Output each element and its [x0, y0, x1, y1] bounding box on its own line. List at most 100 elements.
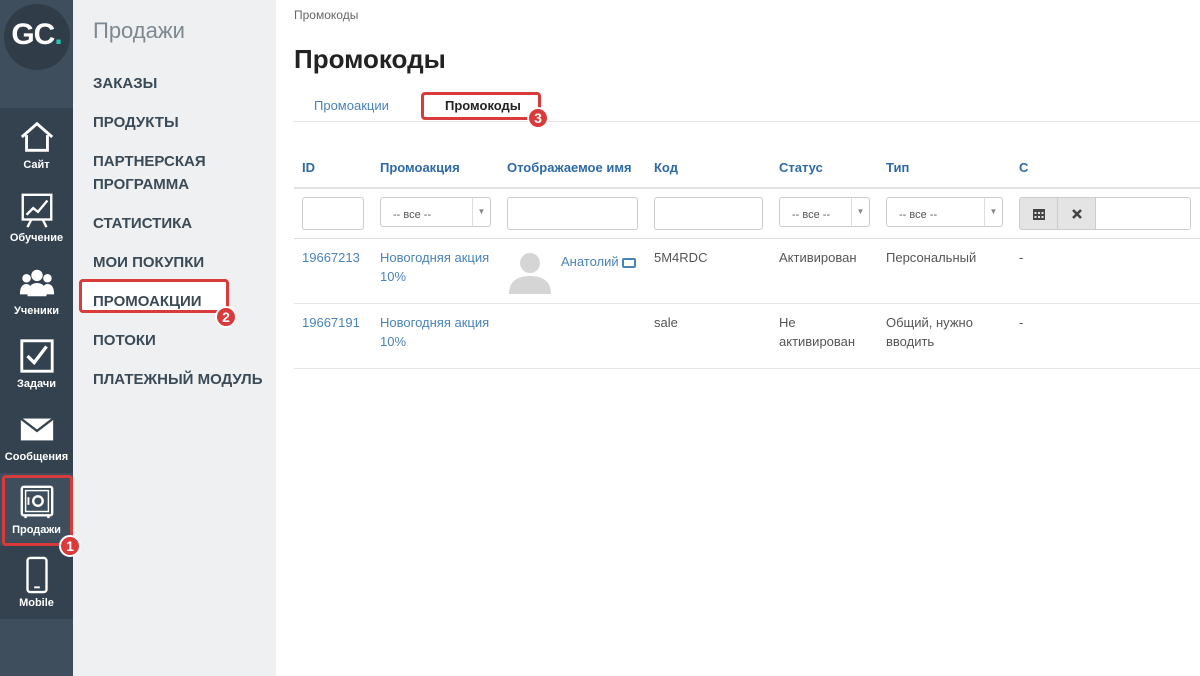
- col-header-display-name[interactable]: Отображаемое имя: [499, 152, 646, 189]
- submenu-item-label: СТАТИСТИКА: [93, 215, 193, 232]
- col-header-id[interactable]: ID: [294, 152, 372, 189]
- submenu-item-label: ПЛАТЕЖНЫЙ МОДУЛЬ: [93, 371, 263, 388]
- filter-date: [1019, 197, 1191, 230]
- logo-letters: GC: [11, 18, 55, 51]
- submenu-items: ЗАКАЗЫ ПРОДУКТЫ ПАРТНЕРСКАЯ ПРОГРАММА СТ…: [79, 72, 268, 407]
- filter-row: -- все -- ▼ -- все -- ▼ -- все -- ▼: [294, 188, 1200, 239]
- chart-board-icon: [21, 193, 52, 228]
- clear-date-button[interactable]: [1058, 198, 1096, 229]
- submenu-item-label: ПРОДУКТЫ: [93, 114, 179, 131]
- step-badge-1: 1: [59, 535, 81, 557]
- filter-cell: -- все -- ▼: [372, 188, 499, 239]
- submenu-item-payment[interactable]: ПЛАТЕЖНЫЙ МОДУЛЬ: [93, 368, 268, 407]
- user-name-link[interactable]: Анатолий: [561, 252, 636, 271]
- main-content: Промокоды Промокоды Промоакции Промокоды…: [276, 0, 1200, 676]
- nav-messages-label: Сообщения: [4, 451, 69, 463]
- filter-cell: [294, 188, 372, 239]
- cell-from: -: [1011, 303, 1200, 369]
- nav-sales-highlight: [2, 475, 73, 546]
- breadcrumb[interactable]: Промокоды: [294, 8, 358, 22]
- phone-icon: [25, 556, 48, 594]
- checkbox-icon: [19, 339, 54, 373]
- sales-submenu: Продажи ЗАКАЗЫ ПРОДУКТЫ ПАРТНЕРСКАЯ ПРОГ…: [73, 0, 276, 676]
- logo[interactable]: GC.: [0, 0, 73, 73]
- chevron-down-icon: ▼: [472, 198, 490, 226]
- envelope-icon: [19, 417, 54, 441]
- filter-cell: [646, 188, 771, 239]
- nav-students-label: Ученики: [13, 305, 60, 317]
- users-icon: [19, 269, 54, 297]
- submenu-item-promo[interactable]: ПРОМОАКЦИИ: [79, 279, 268, 329]
- submenu-item-stats[interactable]: СТАТИСТИКА: [93, 212, 268, 251]
- cell-code: sale: [646, 303, 771, 369]
- step-badge-2: 2: [215, 306, 237, 328]
- calendar-icon: [1032, 208, 1045, 220]
- nav-learning-label: Обучение: [9, 232, 64, 244]
- nav-mobile[interactable]: Mobile: [0, 546, 73, 619]
- cell-id: 19667213: [294, 238, 372, 304]
- row-id-link[interactable]: 19667191: [302, 315, 360, 330]
- col-header-code[interactable]: Код: [646, 152, 771, 189]
- submenu-item-products[interactable]: ПРОДУКТЫ: [93, 111, 268, 150]
- nav-tasks[interactable]: Задачи: [0, 327, 73, 400]
- select-value: -- все --: [393, 209, 432, 221]
- table-row: 19667191 Новогодняя акция 10% sale Не ак…: [294, 303, 1200, 369]
- chevron-down-icon: ▼: [984, 198, 1002, 226]
- nav-site-label: Сайт: [23, 159, 50, 171]
- row-promo-link[interactable]: Новогодняя акция 10%: [380, 315, 489, 349]
- nav-messages[interactable]: Сообщения: [0, 400, 73, 473]
- cell-id: 19667191: [294, 303, 372, 369]
- logo-text: GC.: [0, 18, 73, 52]
- icon-sidebar: GC. Сайт Обучение Ученики Задачи Сообщен…: [0, 0, 73, 676]
- cell-status: Активирован: [771, 238, 878, 304]
- nav-learning[interactable]: Обучение: [0, 181, 73, 254]
- tab-promo-actions[interactable]: Промоакции: [314, 98, 389, 113]
- col-header-from[interactable]: С: [1011, 152, 1200, 189]
- submenu-item-label: МОИ ПОКУПКИ: [93, 254, 205, 271]
- tabs: Промоакции Промокоды: [294, 92, 1200, 122]
- logo-dot: .: [54, 18, 62, 51]
- tab-promocodes[interactable]: Промокоды: [445, 98, 521, 113]
- nav-students[interactable]: Ученики: [0, 254, 73, 327]
- row-promo-link[interactable]: Новогодняя акция 10%: [380, 250, 489, 284]
- user-name-text: Анатолий: [561, 254, 619, 269]
- cell-type: Общий, нужно вводить: [878, 303, 1011, 369]
- filter-name-input[interactable]: [507, 197, 638, 230]
- col-header-status[interactable]: Статус: [771, 152, 878, 189]
- cell-promo: Новогодняя акция 10%: [372, 303, 499, 369]
- app-window: GC. Сайт Обучение Ученики Задачи Сообщен…: [0, 0, 1200, 676]
- cell-user: [499, 303, 646, 369]
- submenu-item-streams[interactable]: ПОТОКИ: [93, 329, 268, 368]
- cell-from: -: [1011, 238, 1200, 304]
- calendar-button[interactable]: [1020, 198, 1058, 229]
- table-row: 19667213 Новогодняя акция 10% Анатолий 5…: [294, 238, 1200, 304]
- submenu-item-label: ЗАКАЗЫ: [93, 75, 158, 92]
- filter-code-input[interactable]: [654, 197, 763, 230]
- filter-type-select[interactable]: -- все -- ▼: [886, 197, 1003, 227]
- filter-id-input[interactable]: [302, 197, 364, 230]
- page-title: Промокоды: [294, 44, 446, 74]
- col-header-type[interactable]: Тип: [878, 152, 1011, 189]
- filter-promo-select[interactable]: -- все -- ▼: [380, 197, 491, 227]
- id-card-icon: [621, 257, 636, 268]
- filter-date-input[interactable]: [1096, 198, 1190, 229]
- submenu-item-label: ПОТОКИ: [93, 332, 156, 349]
- home-icon: [20, 121, 53, 152]
- select-value: -- все --: [792, 209, 831, 221]
- row-id-link[interactable]: 19667213: [302, 250, 360, 265]
- nav-sales[interactable]: Продажи: [0, 473, 73, 546]
- submenu-item-partner[interactable]: ПАРТНЕРСКАЯ ПРОГРАММА: [93, 150, 268, 212]
- submenu-item-label: ПРОМОАКЦИИ: [93, 293, 202, 310]
- col-header-promo[interactable]: Промоакция: [372, 152, 499, 189]
- nav-mobile-label: Mobile: [19, 597, 54, 609]
- cell-type: Персональный: [878, 238, 1011, 304]
- nav-site[interactable]: Сайт: [0, 108, 73, 181]
- filter-cell: [1011, 188, 1200, 239]
- cell-promo: Новогодняя акция 10%: [372, 238, 499, 304]
- filter-status-select[interactable]: -- все -- ▼: [779, 197, 870, 227]
- filter-cell: [499, 188, 646, 239]
- submenu-item-orders[interactable]: ЗАКАЗЫ: [93, 72, 268, 111]
- step-badge-3: 3: [527, 107, 549, 129]
- select-value: -- все --: [899, 209, 938, 221]
- chevron-down-icon: ▼: [851, 198, 869, 226]
